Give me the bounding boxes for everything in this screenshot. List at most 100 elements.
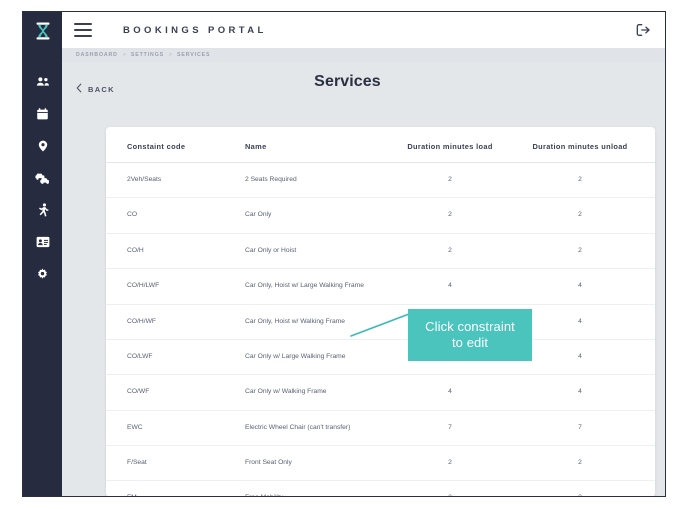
logout-icon[interactable] <box>636 23 651 37</box>
table-row[interactable]: EWC Electric Wheel Chair (can't transfer)… <box>106 410 655 447</box>
cell-name: Front Seat Only <box>245 445 385 482</box>
breadcrumb-item[interactable]: SETTINGS <box>131 52 164 58</box>
cell-name: Car Only, Hoist w/ Walking Frame <box>245 304 385 340</box>
column-header-duration-load: Duration minutes load <box>385 127 515 163</box>
cell-row-action[interactable] <box>645 445 655 482</box>
cell-name: Car Only <box>245 197 385 234</box>
main-content: BOOKINGS PORTAL DASHBOARD > SETTINGS > S… <box>62 12 665 496</box>
cell-duration-load: 2 <box>385 233 515 270</box>
users-icon <box>36 75 50 89</box>
cell-row-action[interactable] <box>645 480 655 496</box>
cell-name: Car Only or Hoist <box>245 233 385 270</box>
page-title: Services <box>314 73 381 90</box>
breadcrumb-item[interactable]: DASHBOARD <box>76 52 118 58</box>
cell-name: Electric Wheel Chair (can't transfer) <box>245 410 385 447</box>
cell-name: Car Only w/ Walking Frame <box>245 374 385 411</box>
cell-duration-load: 2 <box>385 445 515 482</box>
cell-row-action[interactable] <box>645 268 655 305</box>
calendar-icon <box>36 107 49 121</box>
services-table: Constaint code Name Duration minutes loa… <box>106 127 655 496</box>
cell-row-action[interactable] <box>645 233 655 270</box>
sidebar-item-calendar[interactable] <box>23 98 62 130</box>
sidebar-item-settings[interactable] <box>23 258 62 290</box>
table-row[interactable]: F/Seat Front Seat Only 2 2 <box>106 445 655 482</box>
cell-duration-load: 2 <box>385 197 515 234</box>
cell-constraint-code: CO/LWF <box>106 339 245 376</box>
gear-icon <box>36 267 49 281</box>
cell-duration-load: 7 <box>385 410 515 447</box>
cell-constraint-code: CO/H <box>106 233 245 270</box>
running-person-icon <box>37 203 49 217</box>
table-row[interactable]: CO Car Only 2 2 <box>106 197 655 234</box>
cell-duration-unload: 7 <box>515 410 645 447</box>
table-row[interactable]: CO/WF Car Only w/ Walking Frame 4 4 <box>106 374 655 411</box>
cell-constraint-code: CO/WF <box>106 374 245 411</box>
cell-duration-unload: 2 <box>515 445 645 482</box>
table-header: Constaint code Name Duration minutes loa… <box>106 127 655 163</box>
cell-row-action[interactable] <box>645 304 655 340</box>
cell-row-action[interactable] <box>645 374 655 411</box>
table-scroll-area[interactable]: Constaint code Name Duration minutes loa… <box>106 127 655 496</box>
table-row[interactable]: CO/H/LWF Car Only, Hoist w/ Large Walking… <box>106 268 655 305</box>
table-body: 2Veh/Seats 2 Seats Required 2 2 CO Car Only 2 2… <box>106 162 655 496</box>
hourglass-logo-icon[interactable] <box>30 18 56 44</box>
callout-tooltip: Click constraint to edit <box>408 309 532 361</box>
cell-constraint-code: CO/H/LWF <box>106 268 245 305</box>
services-table-card: Constaint code Name Duration minutes loa… <box>106 127 655 496</box>
column-header-duration-unload: Duration minutes unload <box>515 127 645 163</box>
sidebar-navigation <box>23 12 62 496</box>
cell-duration-unload: 2 <box>515 162 645 199</box>
cell-duration-unload: 2 <box>515 233 645 270</box>
cell-duration-unload: 2 <box>515 197 645 234</box>
location-pin-icon <box>37 139 49 153</box>
cell-duration-load: 4 <box>385 374 515 411</box>
cell-duration-load: 2 <box>385 480 515 496</box>
cell-duration-unload: 4 <box>515 374 645 411</box>
id-card-icon <box>36 236 50 248</box>
column-header-name: Name <box>245 127 385 163</box>
cell-constraint-code: F/Seat <box>106 445 245 482</box>
table-header-row: Constaint code Name Duration minutes loa… <box>106 127 655 163</box>
cell-duration-unload: 4 <box>515 268 645 305</box>
application-window: BOOKINGS PORTAL DASHBOARD > SETTINGS > S… <box>22 11 666 497</box>
sidebar-item-drivers[interactable] <box>23 226 62 258</box>
breadcrumb-item[interactable]: SERVICES <box>177 52 210 58</box>
cell-row-action[interactable] <box>645 197 655 234</box>
breadcrumb-separator: > <box>122 52 126 58</box>
cell-row-action[interactable] <box>645 339 655 376</box>
column-header-actions <box>645 127 655 163</box>
app-title: BOOKINGS PORTAL <box>123 24 267 36</box>
cell-duration-load: 2 <box>385 162 515 199</box>
cell-name: Free Mobility <box>245 480 385 496</box>
cell-duration-unload: 4 <box>515 304 645 340</box>
table-row[interactable]: CO/LWFCar Only w/ Large Walking Frame44 <box>106 339 655 376</box>
table-row[interactable]: FMFree Mobility22 <box>106 480 655 496</box>
cell-constraint-code: CO/H/WF <box>106 304 245 340</box>
hamburger-menu-icon[interactable] <box>74 23 92 37</box>
table-row[interactable]: CO/H Car Only or Hoist 2 2 <box>106 233 655 270</box>
cell-duration-unload: 4 <box>515 339 645 376</box>
table-row[interactable]: 2Veh/Seats 2 Seats Required 2 2 <box>106 162 655 199</box>
table-row[interactable]: CO/H/WF Car Only, Hoist w/ Walking Frame 4… <box>106 304 655 340</box>
cell-name: 2 Seats Required <box>245 162 385 199</box>
callout-line-1: Click constraint <box>425 319 515 335</box>
sidebar-item-vehicles[interactable] <box>23 162 62 194</box>
breadcrumb: DASHBOARD > SETTINGS > SERVICES <box>62 48 665 62</box>
breadcrumb-separator: > <box>169 52 173 58</box>
cell-constraint-code: 2Veh/Seats <box>106 162 245 199</box>
callout-line-2: to edit <box>451 335 489 350</box>
column-header-constraint-code: Constaint code <box>106 127 245 163</box>
cell-duration-load: 4 <box>385 268 515 305</box>
cell-row-action[interactable] <box>645 410 655 447</box>
top-bar: BOOKINGS PORTAL <box>62 12 665 48</box>
cell-constraint-code: EWC <box>106 410 245 447</box>
cell-constraint-code: FM <box>106 480 245 496</box>
cell-row-action[interactable] <box>645 162 655 199</box>
sidebar-item-activity[interactable] <box>23 194 62 226</box>
sidebar-item-users[interactable] <box>23 66 62 98</box>
page-header: BACK Services <box>62 62 665 110</box>
sidebar-item-locations[interactable] <box>23 130 62 162</box>
cell-duration-unload: 2 <box>515 480 645 496</box>
cell-constraint-code: CO <box>106 197 245 234</box>
cell-name: Car Only w/ Large Walking Frame <box>245 339 385 376</box>
